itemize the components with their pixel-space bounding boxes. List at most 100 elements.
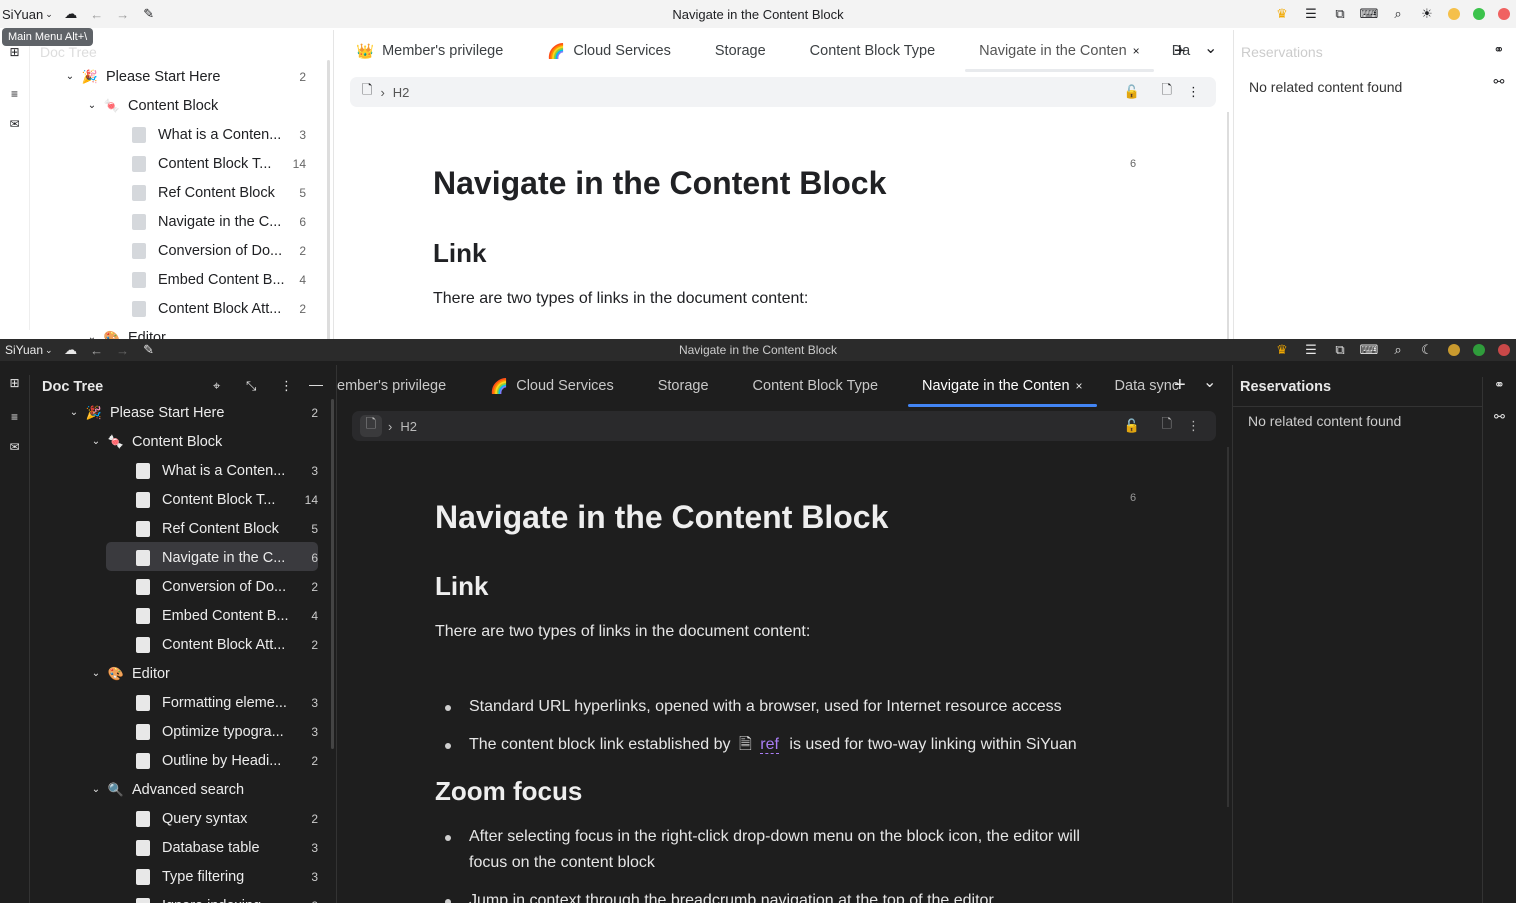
crown-icon[interactable]: ♛ (1274, 342, 1290, 358)
doc-icon[interactable]: 🗋 (1162, 81, 1172, 103)
heading-link[interactable]: Link (433, 238, 486, 269)
tab[interactable]: Storage (693, 30, 788, 72)
graph-icon[interactable]: ⚭ (1494, 377, 1505, 393)
tree-item[interactable]: Database table 3 (64, 833, 318, 862)
list-item[interactable]: The content block link established by 🗎 … (445, 732, 1077, 758)
lock-icon[interactable]: 🔓 (1124, 84, 1140, 100)
file-icon[interactable] (136, 897, 150, 903)
editor-scrollbar[interactable] (1227, 112, 1229, 339)
tree-item[interactable]: ⌄ 🎉 Please Start Here 2 (64, 398, 318, 427)
edit-icon[interactable]: ✎ (141, 342, 157, 358)
doc-emoji-icon[interactable]: 🎨 (106, 666, 126, 682)
tab-list-chevron-icon[interactable]: ⌄ (1204, 38, 1217, 58)
tab[interactable]: 🌈 Cloud Services (468, 365, 636, 407)
doc-emoji-icon[interactable]: 🎨 (102, 330, 122, 340)
backlink-icon[interactable]: ⚯ (1494, 74, 1505, 90)
app-menu-button[interactable]: SiYuan (5, 343, 43, 357)
file-icon[interactable] (136, 462, 150, 479)
file-icon[interactable] (136, 723, 150, 740)
tab[interactable]: Navigate in the Conten × (957, 30, 1162, 72)
doc-emoji-icon[interactable]: 🎉 (84, 405, 104, 421)
tree-item[interactable]: Type filtering 3 (64, 862, 318, 891)
tree-item[interactable]: Content Block Att... 2 (60, 294, 306, 323)
tab[interactable]: Data sync (1105, 365, 1179, 407)
tree-item[interactable]: Embed Content B... 4 (64, 601, 318, 630)
terminal-icon[interactable]: ⌨ (1360, 6, 1379, 22)
chevron-down-icon[interactable]: ⌄ (86, 784, 106, 795)
theme-sun-icon[interactable]: ☀ (1419, 6, 1435, 22)
paragraph-links[interactable]: There are two types of links in the docu… (435, 623, 810, 641)
cloud-icon[interactable]: ☁ (63, 6, 79, 22)
back-icon[interactable]: ← (89, 6, 105, 22)
plugin-icon[interactable]: ⧉ (1332, 342, 1348, 358)
editor-scrollbar[interactable] (1227, 447, 1229, 807)
new-tab-plus-icon[interactable]: + (1174, 374, 1186, 397)
file-icon[interactable] (132, 155, 146, 172)
chevron-down-icon[interactable]: ⌄ (45, 345, 53, 356)
list-item[interactable]: After selecting focus in the right-click… (445, 824, 1080, 876)
focus-icon[interactable]: ⌖ (213, 378, 220, 394)
tree-item[interactable]: ⌄ 🔍 Advanced search (64, 775, 318, 804)
more-icon[interactable]: ⋮ (1187, 418, 1200, 434)
tree-item[interactable]: Formatting eleme... 3 (64, 688, 318, 717)
chevron-down-icon[interactable]: ⌄ (60, 71, 80, 82)
breadcrumb-item[interactable]: H2 (400, 419, 417, 434)
file-icon[interactable] (136, 868, 150, 885)
tree-item[interactable]: Navigate in the C... 6 (60, 207, 306, 236)
tree-item[interactable]: Navigate in the C... 6 (64, 543, 318, 572)
tab[interactable]: Storage (636, 365, 731, 407)
tab[interactable]: 👑 Member's privilege (334, 30, 525, 72)
crown-icon[interactable]: ♛ (1274, 6, 1290, 22)
back-icon[interactable]: ← (89, 342, 105, 358)
chevron-down-icon[interactable]: ⌄ (45, 9, 53, 20)
edit-icon[interactable]: ✎ (141, 6, 157, 22)
cloud-icon[interactable]: ☁ (63, 342, 79, 358)
heading-zoom[interactable]: Zoom focus (435, 776, 582, 807)
file-icon[interactable] (136, 491, 150, 508)
tree-item[interactable]: Content Block T... 14 (60, 149, 306, 178)
graph-icon[interactable]: ⚭ (1494, 42, 1505, 58)
tab[interactable]: ember's privilege (337, 365, 468, 407)
chevron-down-icon[interactable]: ⌄ (82, 332, 102, 339)
minimize-panel-icon[interactable]: — (309, 376, 323, 392)
maximize-button[interactable] (1473, 344, 1485, 356)
inbox-icon[interactable]: ✉ (7, 439, 23, 455)
close-tab-icon[interactable]: × (1133, 44, 1140, 58)
forward-icon[interactable]: → (115, 6, 131, 22)
document-icon[interactable]: 🗋 (360, 415, 382, 437)
file-icon[interactable] (136, 636, 150, 653)
tree-item[interactable]: Query syntax 2 (64, 804, 318, 833)
tree-scrollbar[interactable] (327, 60, 330, 339)
chevron-down-icon[interactable]: ⌄ (86, 668, 106, 679)
doc-emoji-icon[interactable]: 🍬 (102, 98, 122, 114)
file-icon[interactable] (136, 520, 150, 537)
new-tab-plus-icon[interactable]: + (1174, 40, 1186, 63)
doc-title[interactable]: Navigate in the Content Block (433, 165, 886, 202)
file-icon[interactable] (132, 300, 146, 317)
tree-item[interactable]: Optimize typogra... 3 (64, 717, 318, 746)
maximize-button[interactable] (1473, 8, 1485, 20)
tree-item[interactable]: ⌄ 🍬 Content Block (64, 427, 318, 456)
search-icon[interactable]: ⌕ (1390, 6, 1406, 22)
close-tab-icon[interactable]: × (1076, 379, 1083, 393)
tree-item[interactable]: Content Block T... 14 (64, 485, 318, 514)
terminal-icon[interactable]: ⌨ (1360, 342, 1379, 358)
chevron-down-icon[interactable]: ⌄ (64, 407, 84, 418)
chevron-down-icon[interactable]: ⌄ (86, 436, 106, 447)
file-icon[interactable] (136, 839, 150, 856)
file-icon[interactable] (132, 271, 146, 288)
tree-item[interactable]: Conversion of Do... 2 (60, 236, 306, 265)
file-icon[interactable] (136, 810, 150, 827)
tree-item[interactable]: What is a Conten... 3 (60, 120, 306, 149)
document-icon[interactable]: 🗋 (362, 81, 372, 103)
tree-item[interactable]: Outline by Headi... 2 (64, 746, 318, 775)
breadcrumb-item[interactable]: H2 (393, 85, 410, 100)
doc-emoji-icon[interactable]: 🔍 (106, 782, 126, 798)
file-icon[interactable] (132, 242, 146, 259)
inbox-icon[interactable]: ✉ (7, 116, 23, 132)
tab[interactable]: 🌈 Cloud Services (525, 30, 693, 72)
paragraph-links[interactable]: There are two types of links in the docu… (433, 290, 808, 308)
doc-emoji-icon[interactable]: 🎉 (80, 69, 100, 85)
tab[interactable]: Content Block Type (731, 365, 900, 407)
file-icon[interactable] (136, 607, 150, 624)
